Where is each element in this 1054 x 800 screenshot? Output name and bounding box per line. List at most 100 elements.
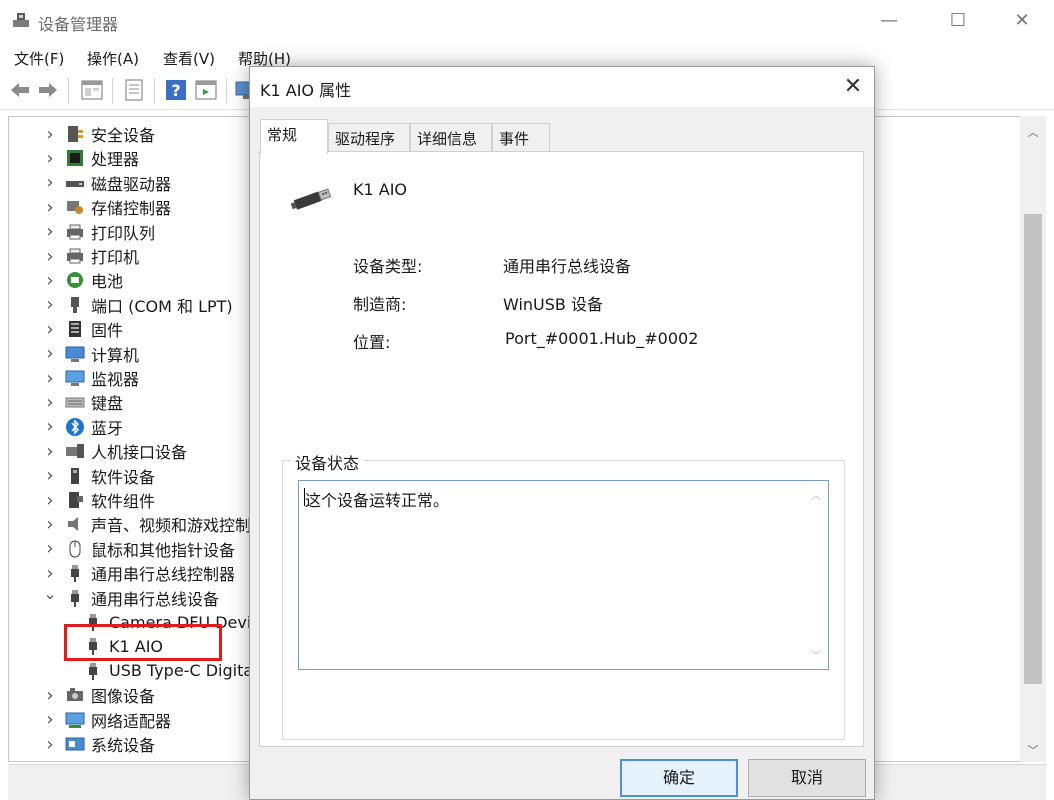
chevron-right-icon[interactable]: ›: [43, 514, 57, 535]
chevron-right-icon[interactable]: ›: [43, 538, 57, 559]
toolbar-separator: [112, 78, 113, 104]
scroll-up-arrow-icon[interactable]: ︿: [1026, 124, 1040, 140]
security-device-icon: [68, 126, 83, 142]
device-status-text: 这个设备运转正常。: [305, 491, 450, 510]
chevron-right-icon[interactable]: ›: [43, 563, 57, 584]
device-status-title: 设备状态: [291, 450, 364, 474]
tree-category-item[interactable]: › 蓝牙: [43, 415, 123, 439]
scroll-up-arrow-icon[interactable]: ︿: [811, 487, 821, 502]
tree-category-item[interactable]: › 存储控制器: [43, 195, 171, 219]
forward-arrow-icon[interactable]: [36, 78, 60, 102]
tree-category-item[interactable]: › 通用串行总线控制器: [43, 561, 235, 585]
tree-category-item[interactable]: › 固件: [43, 317, 123, 341]
tree-category-item[interactable]: › 端口 (COM 和 LPT): [43, 293, 233, 317]
manufacturer-value: WinUSB 设备: [503, 295, 603, 314]
tree-item-label: 固件: [91, 321, 124, 341]
chevron-right-icon[interactable]: ›: [43, 172, 57, 193]
chevron-right-icon[interactable]: ›: [43, 270, 57, 291]
close-window-button[interactable]: ✕: [999, 8, 1045, 34]
chevron-right-icon[interactable]: ›: [43, 392, 57, 413]
chevron-right-icon[interactable]: ›: [43, 124, 57, 145]
chevron-right-icon[interactable]: ›: [43, 490, 57, 511]
chevron-right-icon[interactable]: ›: [43, 465, 57, 486]
scrollbar-thumb[interactable]: [1024, 214, 1042, 684]
menu-view[interactable]: 查看(V): [163, 48, 215, 69]
tab-events[interactable]: 事件: [492, 123, 550, 153]
minimize-button[interactable]: —: [866, 8, 912, 34]
chevron-down-icon[interactable]: ⌄: [43, 585, 57, 603]
tree-category-item[interactable]: › 计算机: [43, 342, 139, 366]
chevron-right-icon[interactable]: ›: [43, 416, 57, 437]
storage-controller-icon: [67, 201, 83, 215]
chevron-right-icon[interactable]: ›: [43, 709, 57, 730]
tree-category-item[interactable]: › 软件组件: [43, 488, 155, 512]
chevron-right-icon[interactable]: ›: [43, 368, 57, 389]
help-icon[interactable]: ?: [164, 78, 188, 102]
back-arrow-icon[interactable]: [8, 78, 32, 102]
general-tab-panel: K1 AIO 设备类型: 通用串行总线设备 制造商: WinUSB 设备 位置:…: [259, 151, 864, 747]
window-titlebar: 设备管理器 — ☐ ✕: [0, 0, 1054, 42]
tree-scrollbar[interactable]: ︿ ﹀: [1020, 116, 1046, 762]
scroll-down-arrow-icon[interactable]: ﹀: [811, 647, 821, 662]
hid-icon: [66, 444, 84, 459]
tree-category-item[interactable]: › 系统设备: [43, 732, 155, 756]
chevron-right-icon[interactable]: ›: [43, 758, 57, 761]
tab-details[interactable]: 详细信息: [410, 123, 492, 153]
tree-item-label: 安全设备: [91, 126, 156, 145]
chevron-right-icon[interactable]: ›: [43, 197, 57, 218]
scroll-down-arrow-icon[interactable]: ﹀: [1026, 742, 1040, 758]
tree-category-item[interactable]: › 人机接口设备: [43, 439, 187, 463]
tree-item-label: 蓝牙: [91, 418, 124, 438]
tree-category-item[interactable]: › 安全设备: [43, 122, 155, 146]
chevron-right-icon[interactable]: ›: [43, 343, 57, 364]
tree-category-item[interactable]: › 打印队列: [43, 220, 155, 244]
properties-grid-icon[interactable]: [80, 78, 104, 102]
firmware-icon: [69, 321, 81, 338]
tree-category-item[interactable]: › 鼠标和其他指针设备: [43, 537, 235, 561]
tree-category-item[interactable]: › 处理器: [43, 146, 139, 170]
chevron-right-icon[interactable]: ›: [43, 294, 57, 315]
tree-category-item[interactable]: › 电池: [43, 268, 123, 292]
tree-category-item[interactable]: › 图像设备: [43, 683, 155, 707]
tree-category-item[interactable]: › 打印机: [43, 244, 139, 268]
tree-category-item[interactable]: › 网络适配器: [43, 708, 171, 732]
tree-category-item[interactable]: › 软件设备: [43, 464, 155, 488]
chevron-right-icon[interactable]: ›: [43, 734, 57, 755]
menu-file[interactable]: 文件(F): [14, 48, 64, 69]
tree-category-item[interactable]: › 声音、视频和游戏控制器: [43, 512, 267, 536]
tree-category-item[interactable]: ⌄ 通用串行总线设备: [43, 585, 219, 610]
software-component-icon: [69, 492, 83, 508]
cancel-button[interactable]: 取消: [748, 759, 866, 797]
chevron-right-icon[interactable]: ›: [43, 685, 57, 706]
status-textbox-scrollbar[interactable]: ︿ ﹀: [806, 481, 828, 669]
tree-item-label: 计算机: [91, 345, 140, 365]
tree-category-item[interactable]: › 键盘: [43, 390, 123, 414]
tree-item-label: 端口 (COM 和 LPT): [91, 296, 233, 316]
tree-item-label: 打印机: [91, 248, 140, 267]
tree-item-label: 软件组件: [91, 492, 156, 511]
tree-category-item[interactable]: › 监视器: [43, 366, 139, 390]
chevron-right-icon[interactable]: ›: [43, 246, 57, 267]
chevron-right-icon[interactable]: ›: [43, 441, 57, 462]
tree-item-label: 监视器: [91, 370, 140, 389]
location-value: Port_#0001.Hub_#0002: [505, 329, 699, 348]
ok-button[interactable]: 确定: [620, 759, 738, 797]
tree-category-item[interactable]: › 显示适配器: [43, 756, 171, 761]
toolbar-separator: [226, 78, 227, 104]
menu-action[interactable]: 操作(A): [87, 48, 139, 69]
chevron-right-icon[interactable]: ›: [43, 319, 57, 340]
tree-item-label: 键盘: [91, 394, 124, 414]
dialog-close-button[interactable]: ✕: [838, 73, 868, 101]
chevron-right-icon[interactable]: ›: [43, 148, 57, 169]
system-device-icon: [65, 737, 85, 751]
view-panel-icon[interactable]: [194, 78, 218, 102]
tab-general[interactable]: 常规: [260, 119, 328, 154]
tree-category-item[interactable]: › 磁盘驱动器: [43, 171, 171, 195]
imaging-device-icon: [67, 688, 83, 702]
document-icon[interactable]: [122, 78, 146, 102]
device-status-textbox[interactable]: 这个设备运转正常。 ︿ ﹀: [298, 480, 829, 670]
maximize-button[interactable]: ☐: [935, 8, 981, 34]
printer-icon: [67, 248, 83, 264]
chevron-right-icon[interactable]: ›: [43, 221, 57, 242]
tab-driver[interactable]: 驱动程序: [328, 123, 410, 153]
